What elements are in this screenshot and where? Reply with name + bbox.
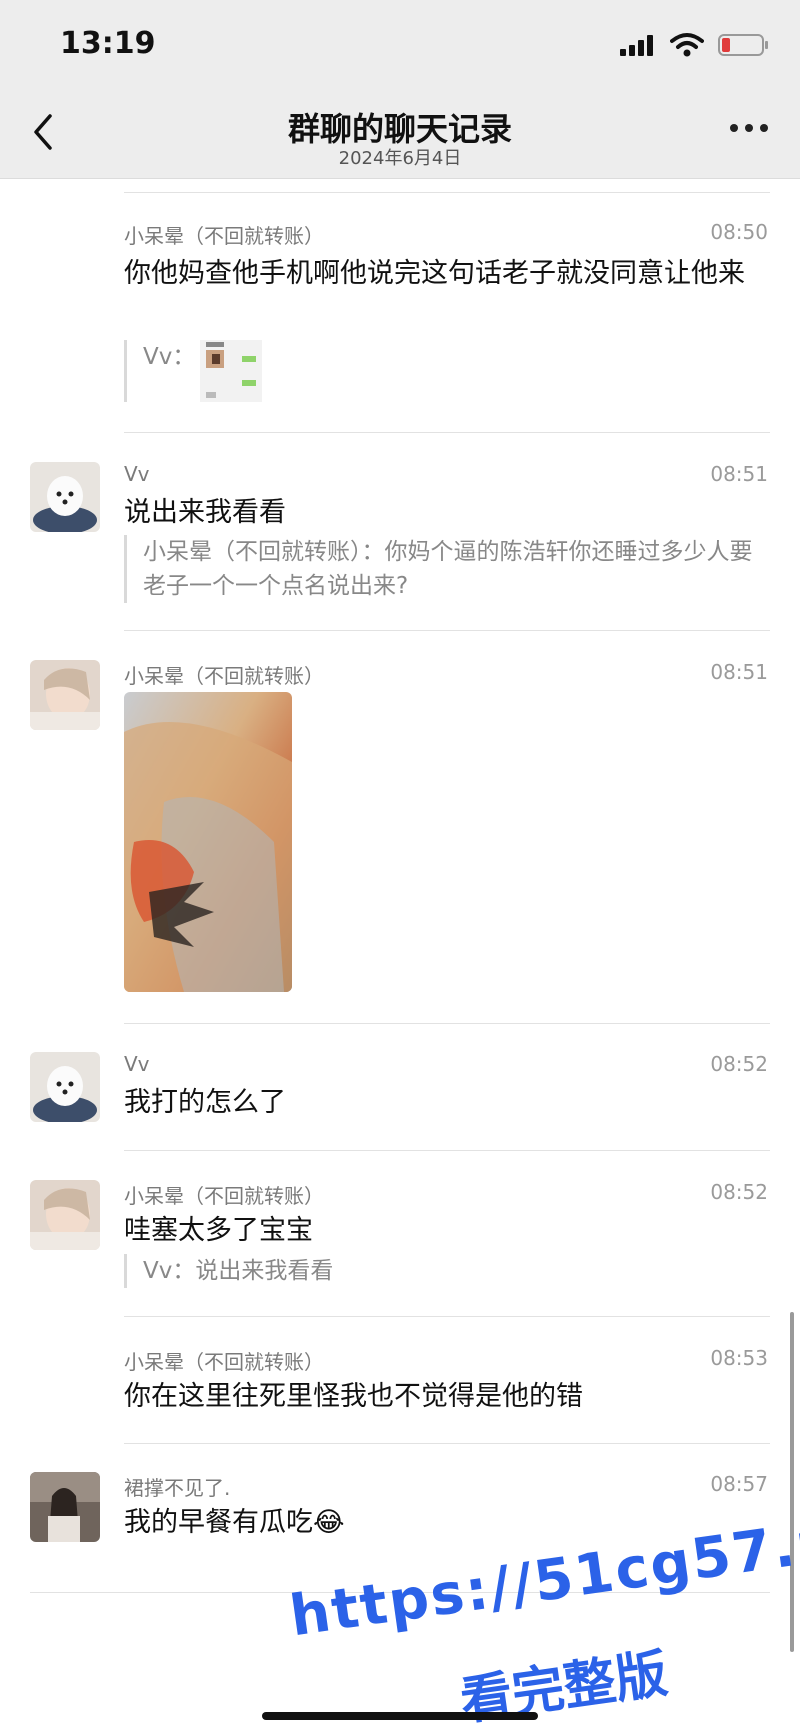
message-time: 08:52 — [710, 1180, 768, 1204]
message-sender: Vv — [124, 462, 150, 486]
divider — [124, 1150, 770, 1151]
message-quote[interactable]: 小呆晕（不回就转账）：你妈个逼的陈浩轩你还睡过多少人要老子一个一个点名说出来? — [124, 535, 763, 603]
home-indicator[interactable] — [262, 1712, 538, 1720]
message-sender: 小呆晕（不回就转账） — [124, 1350, 324, 1374]
message-sender: 小呆晕（不回就转账） — [124, 1184, 324, 1208]
message-sender: 裙撑不见了. — [124, 1476, 231, 1500]
message-text[interactable]: 说出来我看看 — [124, 494, 764, 532]
quoted-screenshot-thumbnail[interactable] — [200, 340, 262, 402]
message-sender: 小呆晕（不回就转账） — [124, 664, 324, 688]
divider — [124, 630, 770, 631]
message-text[interactable]: 你在这里往死里怪我也不觉得是他的错 — [124, 1378, 764, 1416]
more-icon[interactable] — [730, 124, 770, 134]
divider — [124, 192, 770, 193]
message-photo[interactable] — [124, 692, 292, 992]
message-text[interactable]: 哇塞太多了宝宝 — [124, 1212, 764, 1250]
message-text[interactable]: 我打的怎么了 — [124, 1084, 764, 1122]
avatar[interactable] — [30, 1052, 100, 1122]
message-time: 08:50 — [710, 220, 768, 244]
divider — [124, 1443, 770, 1444]
message-sender: Vv — [124, 1052, 150, 1076]
message-time: 08:51 — [710, 660, 768, 684]
message-quote[interactable]: Vv：说出来我看看 — [124, 1254, 773, 1288]
message-time: 08:51 — [710, 462, 768, 486]
divider — [124, 1316, 770, 1317]
scrollbar[interactable] — [790, 1312, 794, 1652]
avatar[interactable] — [30, 660, 100, 730]
signal-icon — [620, 35, 653, 56]
message-time: 08:57 — [710, 1472, 768, 1496]
message-sender: 小呆晕（不回就转账） — [124, 224, 324, 248]
divider — [124, 1023, 770, 1024]
message-text[interactable]: 你他妈查他手机啊他说完这句话老子就没同意让他来 — [124, 255, 749, 293]
message-time: 08:53 — [710, 1346, 768, 1370]
avatar[interactable] — [30, 462, 100, 532]
title-bar: 13:19 群聊的聊天记录 2024年6月4日 — [0, 0, 800, 179]
status-time: 13:19 — [60, 26, 156, 61]
avatar[interactable] — [30, 1472, 100, 1542]
page-subtitle: 2024年6月4日 — [338, 148, 462, 169]
divider — [124, 432, 770, 433]
avatar[interactable] — [30, 1180, 100, 1250]
battery-icon — [718, 34, 768, 56]
wifi-icon — [670, 33, 704, 57]
quote-label: Vv： — [143, 344, 196, 370]
message-time: 08:52 — [710, 1052, 768, 1076]
